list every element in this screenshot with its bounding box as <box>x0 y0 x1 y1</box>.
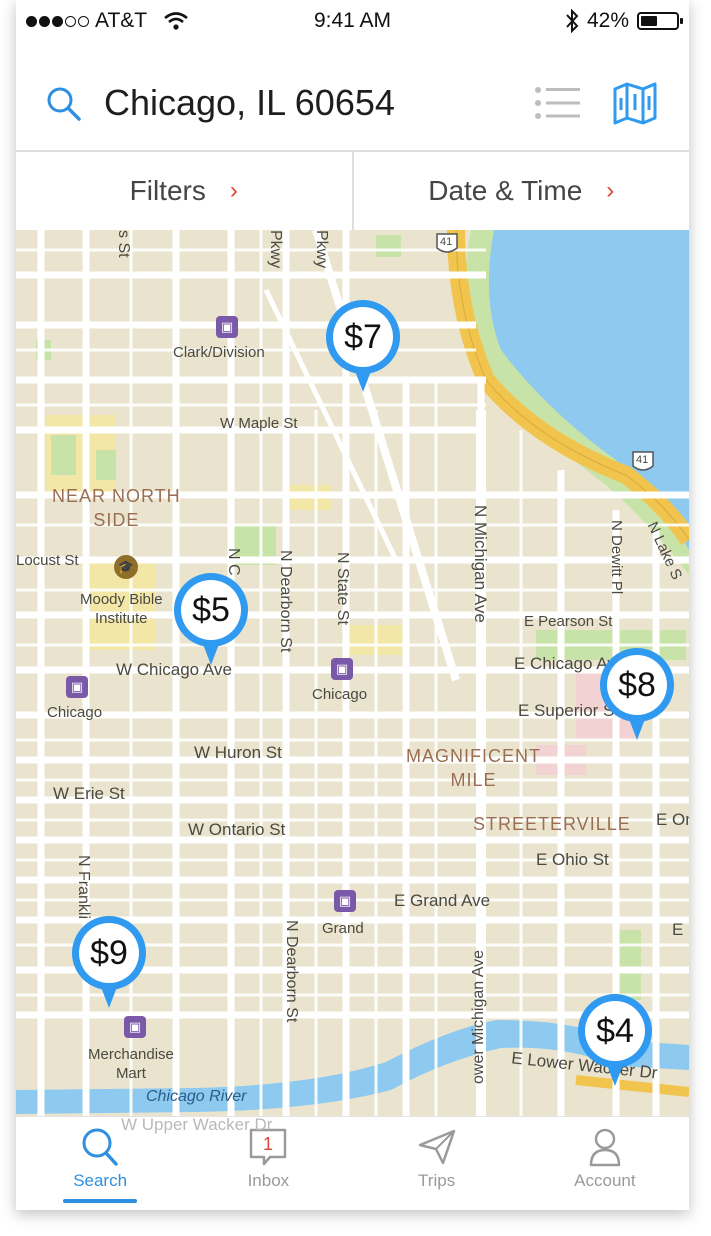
date-time-button[interactable]: Date & Time › <box>351 152 690 230</box>
battery-icon <box>637 12 683 30</box>
search-header: Chicago, IL 60654 <box>16 60 689 152</box>
user-icon <box>589 1128 621 1167</box>
status-bar: AT&T 9:41 AM 42% <box>16 0 689 44</box>
train-station-icon[interactable]: ▣ <box>216 316 238 338</box>
near-north-side-label: NEAR NORTH SIDE <box>52 486 181 530</box>
clark-division-label: Clark/Division <box>173 344 265 361</box>
train-station-icon[interactable]: ▣ <box>334 890 356 912</box>
map-view-icon[interactable] <box>612 80 658 126</box>
e-ontario-label: E On <box>656 810 689 829</box>
w-huron-st-label: W Huron St <box>194 743 282 762</box>
chevron-right-icon: › <box>229 177 238 204</box>
inbox-badge: 1 <box>263 1134 273 1154</box>
w-maple-st-label: W Maple St <box>220 415 298 432</box>
map-view[interactable]: 41 41 ▣ ▣ ▣ ▣ ▣ 🎓 Clark/Division W Maple… <box>16 230 689 1116</box>
pkwy-label-2: Pkwy <box>313 230 330 269</box>
tab-trips[interactable]: Trips <box>353 1117 521 1210</box>
train-station-icon[interactable]: ▣ <box>124 1016 146 1038</box>
chicago-station-label-2: Chicago <box>312 686 368 703</box>
lower-michigan-ave-label: ower Michigan Ave <box>470 950 487 1084</box>
search-icon <box>82 1128 118 1166</box>
n-dewitt-pl-label: N Dewitt Pl <box>608 520 625 595</box>
merchandise-mart-label: Merchandise Mart <box>88 1046 174 1082</box>
n-state-st-label: N State St <box>334 552 351 625</box>
hwy-41-label-2: 41 <box>636 454 649 466</box>
n-dearborn-st-label-2: N Dearborn St <box>283 920 300 1023</box>
filter-bar: Filters › Date & Time › <box>16 152 689 231</box>
price-pin[interactable]: $4 <box>578 994 652 1090</box>
grand-station-label: Grand <box>322 920 364 937</box>
s-st-label: s St <box>115 230 132 258</box>
price-pin[interactable]: $7 <box>326 300 400 396</box>
pkwy-label: Pkwy <box>267 230 284 269</box>
n-c-label: N C <box>225 548 242 576</box>
e-grand-ave-label: E Grand Ave <box>394 891 491 910</box>
train-station-icon[interactable]: ▣ <box>331 658 353 680</box>
battery-percent: 42% <box>586 9 629 32</box>
e-label: E <box>672 920 684 939</box>
phone-screen: AT&T 9:41 AM 42% Chicago, IL 60654 Filte… <box>16 0 689 1210</box>
active-tab-indicator <box>63 1199 138 1203</box>
status-right: 42% <box>565 9 683 33</box>
price-pin[interactable]: $9 <box>72 916 146 1012</box>
w-ontario-st-label: W Ontario St <box>188 820 286 839</box>
university-icon: 🎓 <box>114 555 138 579</box>
moody-bible-label: Moody Bible Institute <box>80 591 163 627</box>
n-michigan-ave-label: N Michigan Ave <box>471 505 490 623</box>
search-icon[interactable] <box>46 86 82 122</box>
locust-st-label: Locust St <box>16 552 79 569</box>
chevron-right-icon: › <box>606 177 615 204</box>
list-view-icon[interactable] <box>534 86 582 120</box>
e-ohio-st-label: E Ohio St <box>536 850 609 869</box>
chicago-river-label: Chicago River <box>146 1088 247 1105</box>
price-pin[interactable]: $8 <box>600 648 674 744</box>
paper-plane-icon <box>418 1129 455 1165</box>
magnificent-mile-label: MAGNIFICENT MILE <box>406 746 541 790</box>
tab-bar: Search 1 Inbox Trips Account <box>16 1116 689 1210</box>
n-dearborn-st-label: N Dearborn St <box>277 550 294 653</box>
price-pin[interactable]: $5 <box>174 573 248 669</box>
filters-button[interactable]: Filters › <box>16 152 352 230</box>
w-erie-st-label: W Erie St <box>53 784 125 803</box>
chicago-station-label: Chicago <box>47 704 103 721</box>
e-pearson-st-label: E Pearson St <box>524 613 613 630</box>
train-station-icon[interactable]: ▣ <box>66 676 88 698</box>
tab-account[interactable]: Account <box>521 1117 689 1210</box>
hwy-41-label: 41 <box>440 236 453 248</box>
w-upper-wacker-label: W Upper Wacker Dr <box>121 1115 273 1134</box>
bluetooth-icon <box>566 9 579 33</box>
n-franklin-label: N Frankli <box>75 855 92 920</box>
streeterville-label: STREETERVILLE <box>473 814 631 834</box>
location-field[interactable]: Chicago, IL 60654 <box>104 82 395 124</box>
